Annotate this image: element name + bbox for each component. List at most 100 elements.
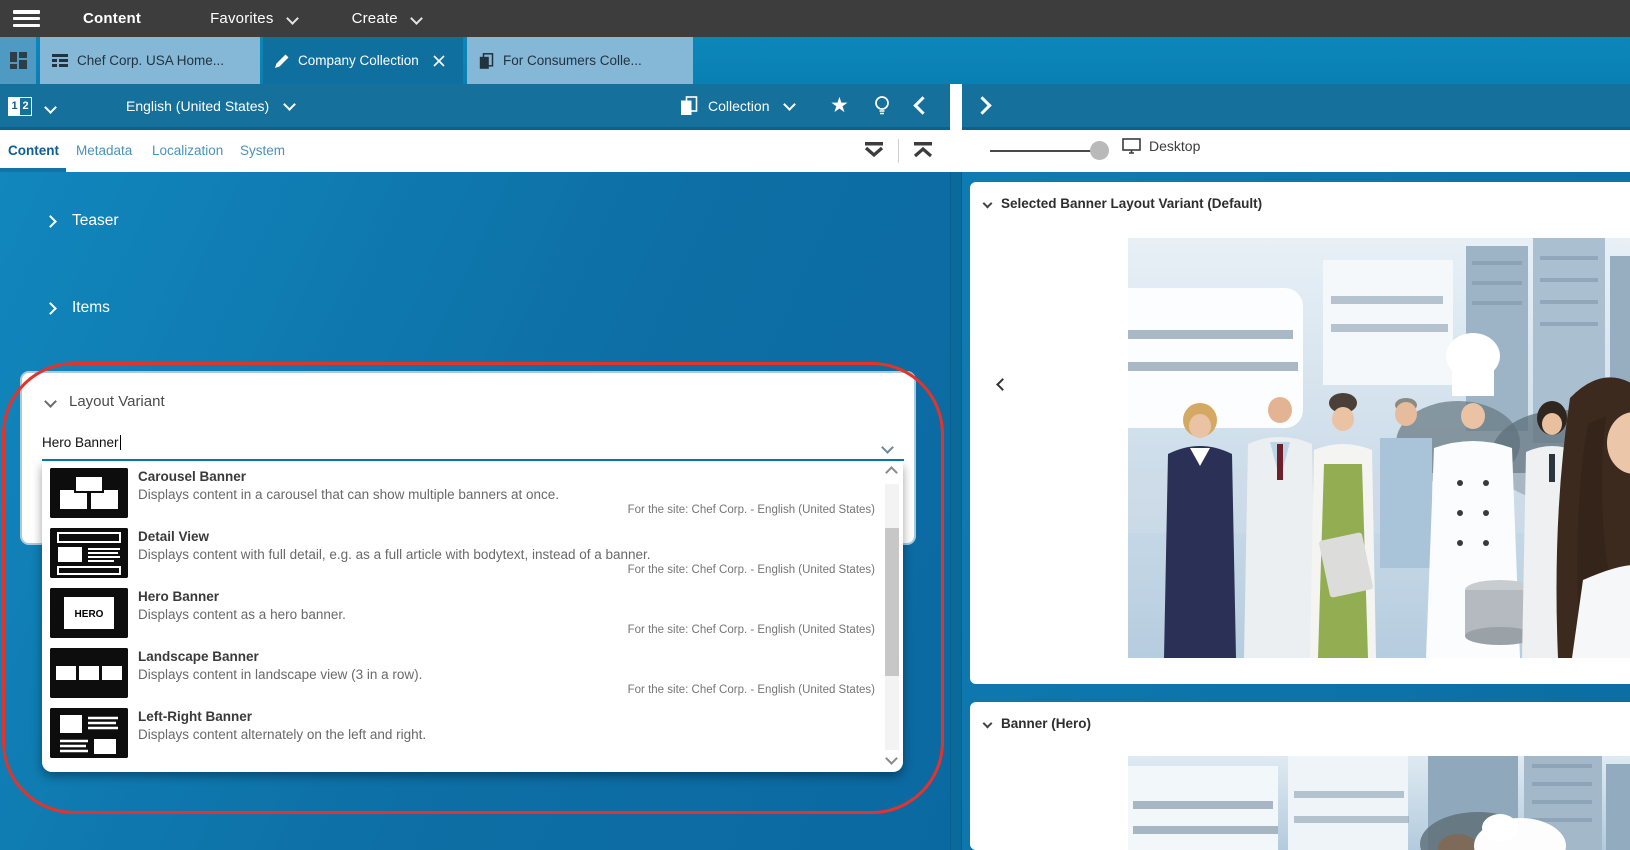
dashboard-grid-icon — [10, 52, 27, 69]
tab-system[interactable]: System — [240, 130, 285, 172]
device-label: Desktop — [1149, 138, 1200, 154]
chevron-right-icon — [44, 215, 57, 228]
preview-toolbar — [962, 84, 1630, 130]
preview-section-header[interactable]: Banner (Hero) — [984, 716, 1091, 731]
section-title: Banner (Hero) — [1001, 716, 1091, 731]
preview-section-header[interactable]: Selected Banner Layout Variant (Default) — [984, 196, 1262, 211]
option-title: Landscape Banner — [138, 649, 259, 664]
collection-stack-icon — [680, 96, 698, 116]
chevron-right-icon — [44, 302, 57, 315]
tab-label: For Consumers Colle... — [503, 53, 642, 68]
option-site-note: For the site: Chef Corp. - English (Unit… — [628, 624, 875, 636]
content-type-indicator[interactable]: Collection — [680, 84, 794, 127]
carousel-previous-icon[interactable] — [986, 368, 1018, 400]
option-description: Displays content alternately on the left… — [138, 727, 426, 742]
tab-company-collection-active[interactable]: Company Collection — [263, 37, 463, 84]
panel-title: Layout Variant — [69, 393, 165, 410]
version-compare-badge[interactable]: 1 2 — [8, 97, 32, 116]
collection-stack-icon — [479, 53, 494, 69]
collapse-all-panels-icon[interactable] — [911, 139, 935, 164]
bookmark-star-icon[interactable]: ★ — [830, 84, 849, 127]
layout-variant-dropdown: Carousel Banner Displays content in a ca… — [42, 462, 903, 772]
close-icon[interactable] — [433, 55, 445, 67]
panel-splitter-gap — [950, 84, 962, 172]
tab-chef-corp-usa-home[interactable]: Chef Corp. USA Home... — [40, 37, 260, 84]
pencil-edit-icon — [275, 54, 289, 68]
tab-label: Chef Corp. USA Home... — [77, 53, 224, 68]
combobox-chevron-down-icon[interactable] — [883, 439, 892, 457]
divider — [898, 139, 899, 163]
dropdown-option-left-right-banner[interactable]: Left-Right Banner Displays content alter… — [42, 702, 903, 762]
section-title: Selected Banner Layout Variant (Default) — [1001, 196, 1262, 211]
section-items[interactable]: Items — [46, 299, 110, 317]
panel-splitter[interactable] — [950, 84, 962, 850]
dropdown-scrollbar[interactable] — [884, 462, 900, 772]
tab-localization[interactable]: Localization — [152, 130, 223, 172]
option-description: Displays content as a hero banner. — [138, 607, 346, 622]
panel-collapse-tools — [862, 130, 935, 172]
version-right: 2 — [20, 98, 31, 115]
option-title: Detail View — [138, 529, 209, 544]
landscape-banner-icon — [50, 648, 128, 698]
preview-card-banner-hero: Banner (Hero) — [970, 702, 1630, 850]
section-label: Teaser — [72, 212, 119, 230]
layout-variant-combobox-input[interactable]: Hero Banner — [42, 435, 880, 457]
chevron-down-icon — [44, 395, 57, 408]
page-list-icon — [52, 54, 68, 67]
navigate-forward-icon[interactable] — [976, 84, 989, 127]
scroll-down-icon[interactable] — [887, 750, 896, 768]
option-description: Displays content in landscape view (3 in… — [138, 667, 422, 682]
tab-for-consumers-collection[interactable]: For Consumers Colle... — [467, 37, 693, 84]
device-slider-handle[interactable] — [1090, 141, 1109, 160]
dropdown-option-hero-banner[interactable]: HERO Hero Banner Displays content as a h… — [42, 582, 903, 642]
app-section-title: Content — [83, 10, 141, 27]
hamburger-menu-icon[interactable] — [13, 10, 40, 27]
device-indicator: Desktop — [1122, 138, 1200, 154]
tab-metadata[interactable]: Metadata — [76, 130, 132, 172]
desktop-monitor-icon — [1122, 138, 1141, 154]
hero-banner-preview-image-2 — [1128, 756, 1630, 850]
device-slider-track[interactable] — [990, 150, 1098, 152]
detail-view-icon — [50, 528, 128, 578]
tab-content[interactable]: Content — [8, 130, 59, 172]
dropdown-option-detail-view[interactable]: Detail View Displays content with full d… — [42, 522, 903, 582]
chevron-down-icon[interactable] — [44, 101, 57, 114]
dashboard-tab[interactable] — [0, 37, 36, 84]
hero-banner-preview-image — [1128, 238, 1630, 658]
option-title: Left-Right Banner — [138, 709, 252, 724]
option-site-note: For the site: Chef Corp. - English (Unit… — [628, 504, 875, 516]
favorites-menu[interactable]: Favorites — [210, 10, 274, 27]
scrollbar-thumb[interactable] — [885, 528, 899, 676]
language-label: English (United States) — [126, 98, 269, 114]
chevron-down-icon — [983, 719, 993, 729]
dropdown-option-landscape-banner[interactable]: Landscape Banner Displays content in lan… — [42, 642, 903, 702]
expand-all-panels-icon[interactable] — [862, 139, 886, 164]
svg-text:HERO: HERO — [75, 609, 104, 620]
scrollbar-track[interactable] — [885, 484, 899, 750]
option-description: Displays content in a carousel that can … — [138, 487, 559, 502]
option-site-note: For the site: Chef Corp. - English (Unit… — [628, 684, 875, 696]
carousel-banner-icon — [50, 468, 128, 518]
content-type-label: Collection — [708, 98, 769, 114]
text-caret — [120, 435, 121, 450]
chevron-down-icon[interactable] — [286, 12, 299, 25]
option-title: Hero Banner — [138, 589, 219, 604]
layout-variant-header[interactable]: Layout Variant — [46, 393, 165, 410]
option-site-note: For the site: Chef Corp. - English (Unit… — [628, 564, 875, 576]
section-teaser[interactable]: Teaser — [46, 212, 119, 230]
hero-banner-icon: HERO — [50, 588, 128, 638]
language-selector[interactable]: English (United States) — [126, 84, 294, 127]
chevron-down-icon[interactable] — [410, 12, 423, 25]
dropdown-option-carousel-banner[interactable]: Carousel Banner Displays content in a ca… — [42, 462, 903, 522]
scroll-up-icon[interactable] — [887, 464, 896, 482]
lightbulb-icon[interactable] — [873, 84, 891, 127]
option-description: Displays content with full detail, e.g. … — [138, 547, 651, 562]
create-menu[interactable]: Create — [352, 10, 398, 27]
tab-label: Company Collection — [298, 53, 419, 68]
preview-body: Selected Banner Layout Variant (Default) — [962, 172, 1630, 850]
left-right-banner-icon — [50, 708, 128, 758]
navigate-back-icon[interactable] — [916, 84, 929, 127]
preview-card-selected-banner: Selected Banner Layout Variant (Default) — [970, 182, 1630, 684]
combobox-value: Hero Banner — [42, 435, 119, 450]
content-form-panel: Teaser Items Layout Variant Hero Banner … — [0, 172, 950, 850]
